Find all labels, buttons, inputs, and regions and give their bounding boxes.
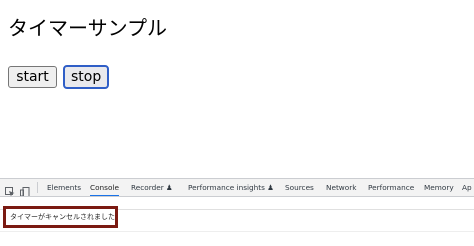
tab-console[interactable]: Console (90, 179, 119, 196)
stop-button[interactable]: stop (63, 65, 109, 89)
console-row-divider (0, 231, 474, 232)
console-log-message: タイマーがキャンセルされました (10, 213, 115, 221)
tab-application[interactable]: Ap (462, 179, 472, 196)
tab-recorder[interactable]: Recorder ♟ (131, 179, 173, 196)
tab-network[interactable]: Network (326, 179, 356, 196)
tab-memory[interactable]: Memory (424, 179, 454, 196)
tab-elements[interactable]: Elements (47, 179, 81, 196)
tab-performance[interactable]: Performance (368, 179, 414, 196)
start-button[interactable]: start (8, 66, 57, 88)
devtools-tabbar: Elements Console Recorder ♟ Performance … (0, 179, 474, 197)
tab-sources[interactable]: Sources (285, 179, 314, 196)
inspect-element-icon[interactable] (5, 182, 15, 196)
device-toolbar-icon[interactable] (20, 182, 30, 196)
page-title: タイマーサンプル (8, 16, 167, 40)
tab-console-label: Console (90, 183, 119, 192)
tab-performance-insights[interactable]: Performance insights ♟ (188, 179, 274, 196)
tabbar-divider (37, 182, 38, 193)
